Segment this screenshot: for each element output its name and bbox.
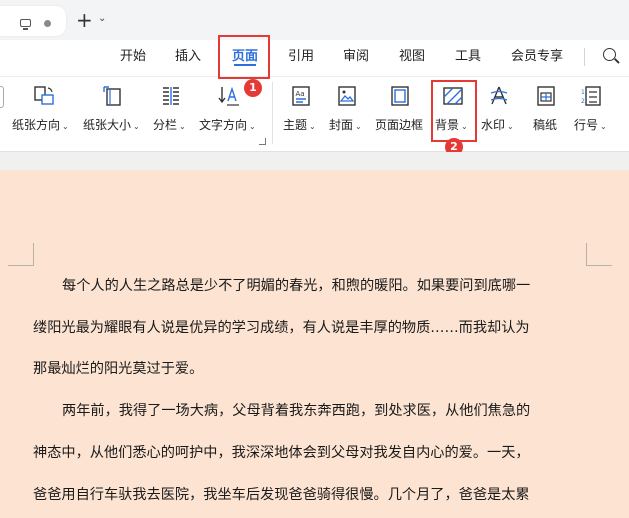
watermark-icon xyxy=(490,86,508,105)
menu-insert[interactable]: 插入 xyxy=(175,49,201,65)
menu-member[interactable]: 会员专享 xyxy=(511,49,563,65)
theme-button[interactable]: Aa 主题 ⌄ xyxy=(283,84,321,146)
text-direction-label: 文字方向 xyxy=(199,118,248,132)
menu-divider xyxy=(584,48,585,66)
chevron-down-icon: ⌄ xyxy=(62,122,69,131)
text-direction-icon xyxy=(218,86,239,106)
page-setup-launcher-icon[interactable] xyxy=(259,138,266,145)
paper-size-button[interactable]: 纸张大小 ⌄ xyxy=(83,84,145,146)
paragraph-line: 那最灿烂的阳光莫过于爱。 xyxy=(33,361,204,377)
margin-corner-left xyxy=(8,243,34,266)
paragraph-line: 两年前，我得了一场大病，父母背着我东奔西跑，到处求医，从他们焦急的 xyxy=(62,403,531,419)
chevron-down-icon: ⌄ xyxy=(507,122,514,131)
cover-button[interactable]: 封面 ⌄ xyxy=(329,84,367,146)
dot-icon xyxy=(44,20,51,27)
callout-box-background xyxy=(431,80,477,142)
paragraph-line: 神态中，从他们悉心的呵护中，我深深地体会到父母对我发自内心的爱。一天， xyxy=(33,445,530,461)
chevron-down-icon: ⌄ xyxy=(179,122,186,131)
search-icon[interactable] xyxy=(603,48,616,61)
menu-home[interactable]: 开始 xyxy=(120,49,146,65)
line-number-icon: 1 2 xyxy=(581,86,601,106)
paragraph-line: 爸爸用自行车驮我去医院，我坐车后发现爸爸骑得很慢。几个月了，爸爸是太累 xyxy=(33,487,530,503)
chevron-down-icon: ⌄ xyxy=(309,122,316,131)
page-border-label: 页面边框 xyxy=(375,118,424,132)
new-tab-button[interactable]: + xyxy=(76,10,93,30)
theme-icon: Aa xyxy=(292,86,310,106)
margin-corner-right xyxy=(586,243,612,266)
page-border-icon xyxy=(391,86,409,106)
paper-orientation-label: 纸张方向 xyxy=(12,118,61,132)
chevron-down-icon: ⌄ xyxy=(133,122,140,131)
step-badge-1: 1 xyxy=(244,79,262,97)
paragraph-line: 缕阳光最为耀眼有人说是优异的学习成绩，有人说是丰厚的物质……而我却认为 xyxy=(33,320,530,336)
paragraph-line: 每个人的人生之路总是少不了明媚的春光，和煦的暖阳。如果要问到底哪一 xyxy=(62,278,531,294)
page-gap xyxy=(0,152,629,170)
ribbon-separator xyxy=(272,82,273,144)
ribbon-left-stub xyxy=(0,86,4,108)
paper-orientation-icon xyxy=(34,86,54,105)
svg-text:2: 2 xyxy=(581,98,585,105)
chevron-down-icon: ⌄ xyxy=(600,122,607,131)
line-number-label: 行号 xyxy=(574,118,599,132)
page-border-button[interactable]: 页面边框 xyxy=(375,84,427,146)
chevron-down-icon: ⌄ xyxy=(249,122,256,131)
watermark-button[interactable]: 水印 ⌄ xyxy=(481,84,519,146)
svg-text:1: 1 xyxy=(581,89,585,96)
columns-button[interactable]: 分栏 ⌄ xyxy=(153,84,191,146)
manuscript-paper-button[interactable]: 稿纸 xyxy=(533,84,559,146)
manuscript-paper-label: 稿纸 xyxy=(533,118,558,132)
chevron-down-icon: ⌄ xyxy=(355,122,362,131)
cover-icon xyxy=(338,86,356,106)
theme-label: 主题 xyxy=(283,118,308,132)
document-tab[interactable] xyxy=(0,6,66,36)
columns-label: 分栏 xyxy=(153,118,178,132)
tab-menu-chevron-icon[interactable]: ⌄ xyxy=(98,14,106,24)
menu-tools[interactable]: 工具 xyxy=(455,49,481,65)
menu-view[interactable]: 视图 xyxy=(399,49,425,65)
menu-review[interactable]: 审阅 xyxy=(343,49,369,65)
paper-size-icon xyxy=(103,86,121,106)
line-number-button[interactable]: 1 2 行号 ⌄ xyxy=(574,84,612,146)
paper-size-label: 纸张大小 xyxy=(83,118,132,132)
menu-references[interactable]: 引用 xyxy=(288,49,314,65)
svg-text:Aa: Aa xyxy=(296,90,305,98)
paper-orientation-button[interactable]: 纸张方向 ⌄ xyxy=(12,84,74,146)
monitor-icon xyxy=(20,19,31,30)
tab-strip xyxy=(0,0,629,40)
callout-box-page-tab xyxy=(218,35,270,79)
watermark-label: 水印 xyxy=(481,118,506,132)
manuscript-paper-icon xyxy=(537,86,555,106)
document-page[interactable] xyxy=(0,170,629,518)
columns-icon xyxy=(163,87,179,105)
cover-label: 封面 xyxy=(329,118,354,132)
